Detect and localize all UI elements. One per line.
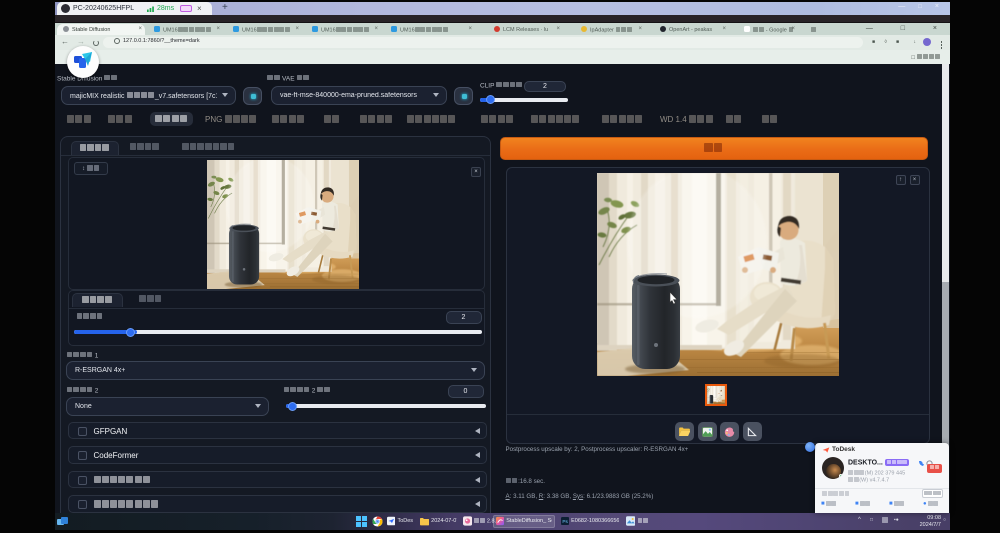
- svg-text:Ps: Ps: [562, 519, 568, 525]
